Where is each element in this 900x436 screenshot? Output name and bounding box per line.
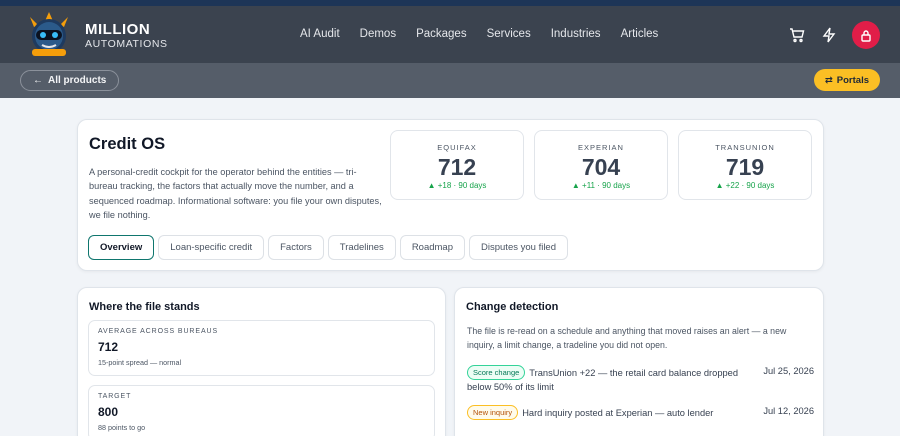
portals-button[interactable]: ⇄ Portals — [813, 69, 880, 91]
page-description: A personal-credit cockpit for the operat… — [89, 167, 382, 220]
robot-logo-icon[interactable] — [24, 11, 74, 59]
nav-packages[interactable]: Packages — [416, 28, 467, 40]
nav-services[interactable]: Services — [487, 28, 531, 40]
alert-date: Jul 25, 2026 — [763, 366, 814, 376]
section-title: Change detection — [466, 301, 559, 313]
stat-label: TARGET — [98, 393, 132, 400]
all-products-button[interactable]: ← All products — [20, 70, 120, 91]
alert-date: Jul 12, 2026 — [763, 406, 814, 416]
file-stands-panel: Where the file stands AVERAGE ACROSS BUR… — [77, 287, 446, 436]
page-title: Credit OS — [89, 135, 166, 153]
nav-ai-audit[interactable]: AI Audit — [300, 28, 340, 40]
stat-average: AVERAGE ACROSS BUREAUS 712 15-point spre… — [88, 320, 435, 376]
alert-text: Hard inquiry posted at Experian — auto l… — [522, 408, 714, 418]
nav-articles[interactable]: Articles — [621, 28, 659, 40]
stat-label: AVERAGE ACROSS BUREAUS — [98, 328, 219, 335]
site-header: MILLION AUTOMATIONS AI Audit Demos Packa… — [0, 6, 900, 63]
tab-disputes-you-filed[interactable]: Disputes you filed — [469, 235, 568, 260]
score-card-experian: EXPERIAN 704 ▲ +11 · 90 days — [534, 130, 668, 200]
stat-value: 712 — [98, 340, 119, 354]
stat-note: 88 points to go — [98, 423, 146, 432]
alert-item[interactable]: New inquiry Hard inquiry posted at Experi… — [467, 405, 814, 421]
score-delta: ▲ +18 · 90 days — [427, 181, 487, 190]
alert-badge: Score change — [467, 365, 526, 380]
score-value: 712 — [437, 154, 477, 180]
section-description: The file is re-read on a schedule and an… — [467, 326, 787, 350]
brand-name[interactable]: MILLION AUTOMATIONS — [85, 22, 168, 50]
change-detection-panel: Change detection The file is re-read on … — [454, 287, 824, 436]
score-value: 719 — [725, 154, 765, 180]
stat-note: 15-point spread — normal — [98, 358, 182, 367]
bureau-name: TRANSUNION — [715, 143, 775, 152]
bureau-name: EQUIFAX — [437, 143, 477, 152]
credit-os-hero: Credit OS A personal-credit cockpit for … — [77, 119, 824, 271]
tab-overview[interactable]: Overview — [88, 235, 155, 260]
score-value: 704 — [581, 154, 621, 180]
nav-demos[interactable]: Demos — [360, 28, 396, 40]
sub-toolbar: ← All products ⇄ Portals — [0, 63, 900, 98]
tab-loan-specific-credit[interactable]: Loan-specific credit — [158, 235, 265, 260]
header-actions — [788, 21, 880, 49]
cart-icon[interactable] — [788, 26, 806, 44]
score-delta: ▲ +22 · 90 days — [715, 181, 775, 190]
section-tabs: Overview Loan-specific credit Factors Tr… — [88, 235, 568, 260]
portals-label: Portals — [836, 74, 869, 86]
swap-arrows-icon: ⇄ — [824, 74, 833, 86]
alert-item[interactable]: Score change TransUnion +22 — the retail … — [467, 365, 814, 394]
tab-factors[interactable]: Factors — [268, 235, 324, 260]
section-title: Where the file stands — [89, 301, 200, 313]
all-products-label: All products — [48, 75, 107, 86]
lock-button[interactable] — [852, 21, 880, 49]
stat-value: 800 — [98, 405, 119, 419]
bureau-name: EXPERIAN — [578, 143, 624, 152]
bolt-icon[interactable] — [820, 26, 838, 44]
score-card-equifax: EQUIFAX 712 ▲ +18 · 90 days — [390, 130, 524, 200]
main-nav: AI Audit Demos Packages Services Industr… — [300, 28, 678, 40]
lock-icon — [861, 29, 871, 42]
score-delta: ▲ +11 · 90 days — [571, 181, 631, 190]
arrow-left-icon: ← — [33, 75, 43, 86]
brand-line-2: AUTOMATIONS — [85, 38, 168, 50]
tab-roadmap[interactable]: Roadmap — [399, 235, 466, 260]
brand-line-1: MILLION — [85, 21, 151, 38]
alert-badge: New inquiry — [467, 405, 519, 420]
score-card-transunion: TRANSUNION 719 ▲ +22 · 90 days — [678, 130, 812, 200]
tab-tradelines[interactable]: Tradelines — [327, 235, 396, 260]
stat-target: TARGET 800 88 points to go — [88, 385, 435, 436]
nav-industries[interactable]: Industries — [551, 28, 601, 40]
